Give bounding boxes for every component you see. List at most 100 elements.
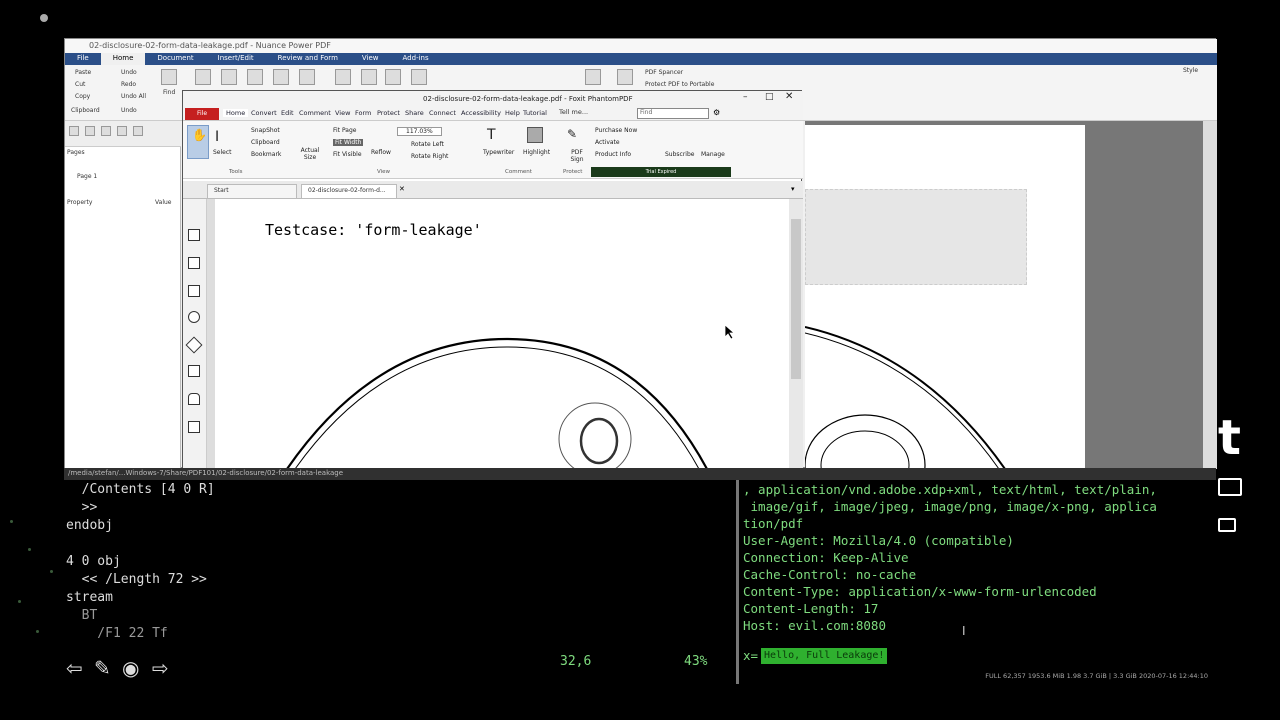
tab-form[interactable]: Form [355, 109, 371, 117]
chevron-down-icon[interactable]: ▾ [791, 185, 795, 193]
panel-toggle-icon[interactable] [1218, 478, 1242, 496]
cut-button[interactable]: Cut [75, 81, 85, 88]
trial-banner: Trial Expired [591, 167, 731, 177]
select-text-icon[interactable]: I [215, 129, 219, 145]
pdf-icon[interactable] [585, 69, 601, 85]
actual-size-button[interactable]: Actual Size [297, 147, 323, 161]
fit-width-button[interactable]: Fit Width [333, 139, 364, 146]
tab-home[interactable]: Home [100, 53, 146, 65]
attachment-icon[interactable] [185, 336, 203, 354]
zoom-icon[interactable] [411, 69, 427, 85]
tool-icon[interactable] [101, 126, 111, 136]
server-log-pane[interactable]: , application/vnd.adobe.xdp+xml, text/ht… [736, 480, 1216, 684]
vertical-scrollbar[interactable] [789, 199, 803, 469]
reflow-button[interactable]: Reflow [371, 149, 391, 156]
pen-icon[interactable]: ✎ [94, 656, 111, 680]
rotate-left-button[interactable]: Rotate Left [411, 141, 444, 148]
tool-icon[interactable] [195, 69, 211, 85]
tab-share[interactable]: Share [405, 109, 424, 117]
tab-accessibility[interactable]: Accessibility [461, 109, 501, 117]
fit-page-button[interactable]: Fit Page [333, 127, 356, 134]
select-button[interactable]: Select [213, 149, 232, 156]
tool-icon[interactable] [247, 69, 263, 85]
tool-icon[interactable] [69, 126, 79, 136]
tab-convert[interactable]: Convert [251, 109, 277, 117]
tool-icon[interactable] [133, 126, 143, 136]
hand-icon[interactable] [361, 69, 377, 85]
lock-icon[interactable] [188, 393, 200, 405]
redo-button[interactable]: Redo [121, 81, 136, 88]
tab-start[interactable]: Start [207, 184, 297, 198]
find-icon[interactable] [161, 69, 177, 85]
product-info-button[interactable]: Product Info [595, 151, 631, 158]
tab-protect[interactable]: Protect [377, 109, 400, 117]
protect-pdf-button[interactable]: Protect PDF to Portable [645, 81, 714, 88]
tool-icon[interactable] [221, 69, 237, 85]
purchase-now-button[interactable]: Purchase Now [595, 127, 637, 134]
arrow-right-icon[interactable] [273, 69, 289, 85]
layers-icon[interactable] [188, 285, 200, 297]
record-icon[interactable]: ◉ [122, 656, 139, 680]
text-select-icon[interactable] [385, 69, 401, 85]
select-icon[interactable] [335, 69, 351, 85]
snapshot-button[interactable]: SnapShot [251, 127, 280, 134]
document-icon[interactable] [617, 69, 633, 85]
tab-file[interactable]: File [65, 53, 101, 65]
tell-me-input[interactable]: Tell me... [559, 108, 588, 116]
tab-edit[interactable]: Edit [281, 109, 294, 117]
copy-button[interactable]: Copy [75, 93, 90, 100]
comments-icon[interactable] [188, 311, 200, 323]
tab-add-ins[interactable]: Add-ins [391, 53, 441, 65]
bookmark-button[interactable]: Bookmark [251, 151, 281, 158]
scrollbar-thumb[interactable] [791, 219, 801, 379]
style-label[interactable]: Style [1183, 67, 1198, 74]
tab-comment[interactable]: Comment [299, 109, 331, 117]
find-input[interactable]: Find [637, 108, 709, 119]
clipboard-button[interactable]: Clipboard [251, 139, 280, 146]
undo-all-button[interactable]: Undo All [121, 93, 146, 100]
tab-review-form[interactable]: Review and Form [266, 53, 350, 65]
vim-pane[interactable]: /Contents [4 0 R] >> endobj 4 0 obj << /… [64, 480, 736, 669]
tab-help[interactable]: Help [505, 109, 520, 117]
typewriter-button[interactable]: Typewriter [483, 149, 514, 156]
minimize-icon[interactable]: – [743, 92, 748, 102]
subscribe-button[interactable]: Subscribe [665, 151, 694, 158]
rotate-right-button[interactable]: Rotate Right [411, 153, 448, 160]
pages-icon[interactable] [188, 257, 200, 269]
pdf-spancer-button[interactable]: PDF Spancer [645, 69, 683, 76]
hand-tool-button[interactable]: ✋ [187, 125, 209, 159]
settings-icon[interactable]: ⚙ [713, 108, 720, 117]
signature-icon[interactable] [188, 365, 200, 377]
undo-button[interactable]: Undo [121, 69, 137, 76]
maximize-icon[interactable]: □ [765, 92, 774, 102]
pdf-sign-button[interactable]: PDF Sign [567, 149, 587, 163]
tab-document[interactable]: Document [145, 53, 205, 65]
tool-icon[interactable] [117, 126, 127, 136]
arrow-right-icon[interactable]: ⇨ [152, 656, 169, 680]
back-scrollbar[interactable] [1203, 121, 1217, 469]
paste-button[interactable]: Paste [75, 69, 91, 76]
close-icon[interactable]: ✕ [785, 91, 793, 102]
tab-insert-edit[interactable]: Insert/Edit [206, 53, 266, 65]
form-field-prefix: x= [743, 648, 759, 663]
window-icon[interactable] [1218, 518, 1236, 532]
highlight-button[interactable]: Highlight [523, 149, 550, 156]
bookmark-icon[interactable] [188, 229, 200, 241]
tab-view[interactable]: View [350, 53, 391, 65]
arrow-left-icon[interactable]: ⇦ [66, 656, 83, 680]
fit-visible-button[interactable]: Fit Visible [333, 151, 362, 158]
tab-current-document[interactable]: 02-disclosure-02-form-d... [301, 184, 397, 198]
close-tab-icon[interactable]: ✕ [399, 185, 405, 193]
zoom-select[interactable]: 117.03% [397, 127, 442, 136]
edit-icon[interactable] [188, 421, 200, 433]
activate-button[interactable]: Activate [595, 139, 620, 146]
tab-connect[interactable]: Connect [429, 109, 456, 117]
tool-icon[interactable] [85, 126, 95, 136]
tab-home[interactable]: Home [223, 109, 249, 117]
tab-tutorial[interactable]: Tutorial [523, 109, 547, 117]
tab-file[interactable]: File [185, 108, 219, 120]
page-item[interactable]: Page 1 [77, 173, 97, 180]
arrow-left-icon[interactable] [299, 69, 315, 85]
manage-button[interactable]: Manage [701, 151, 725, 158]
tab-view[interactable]: View [335, 109, 350, 117]
